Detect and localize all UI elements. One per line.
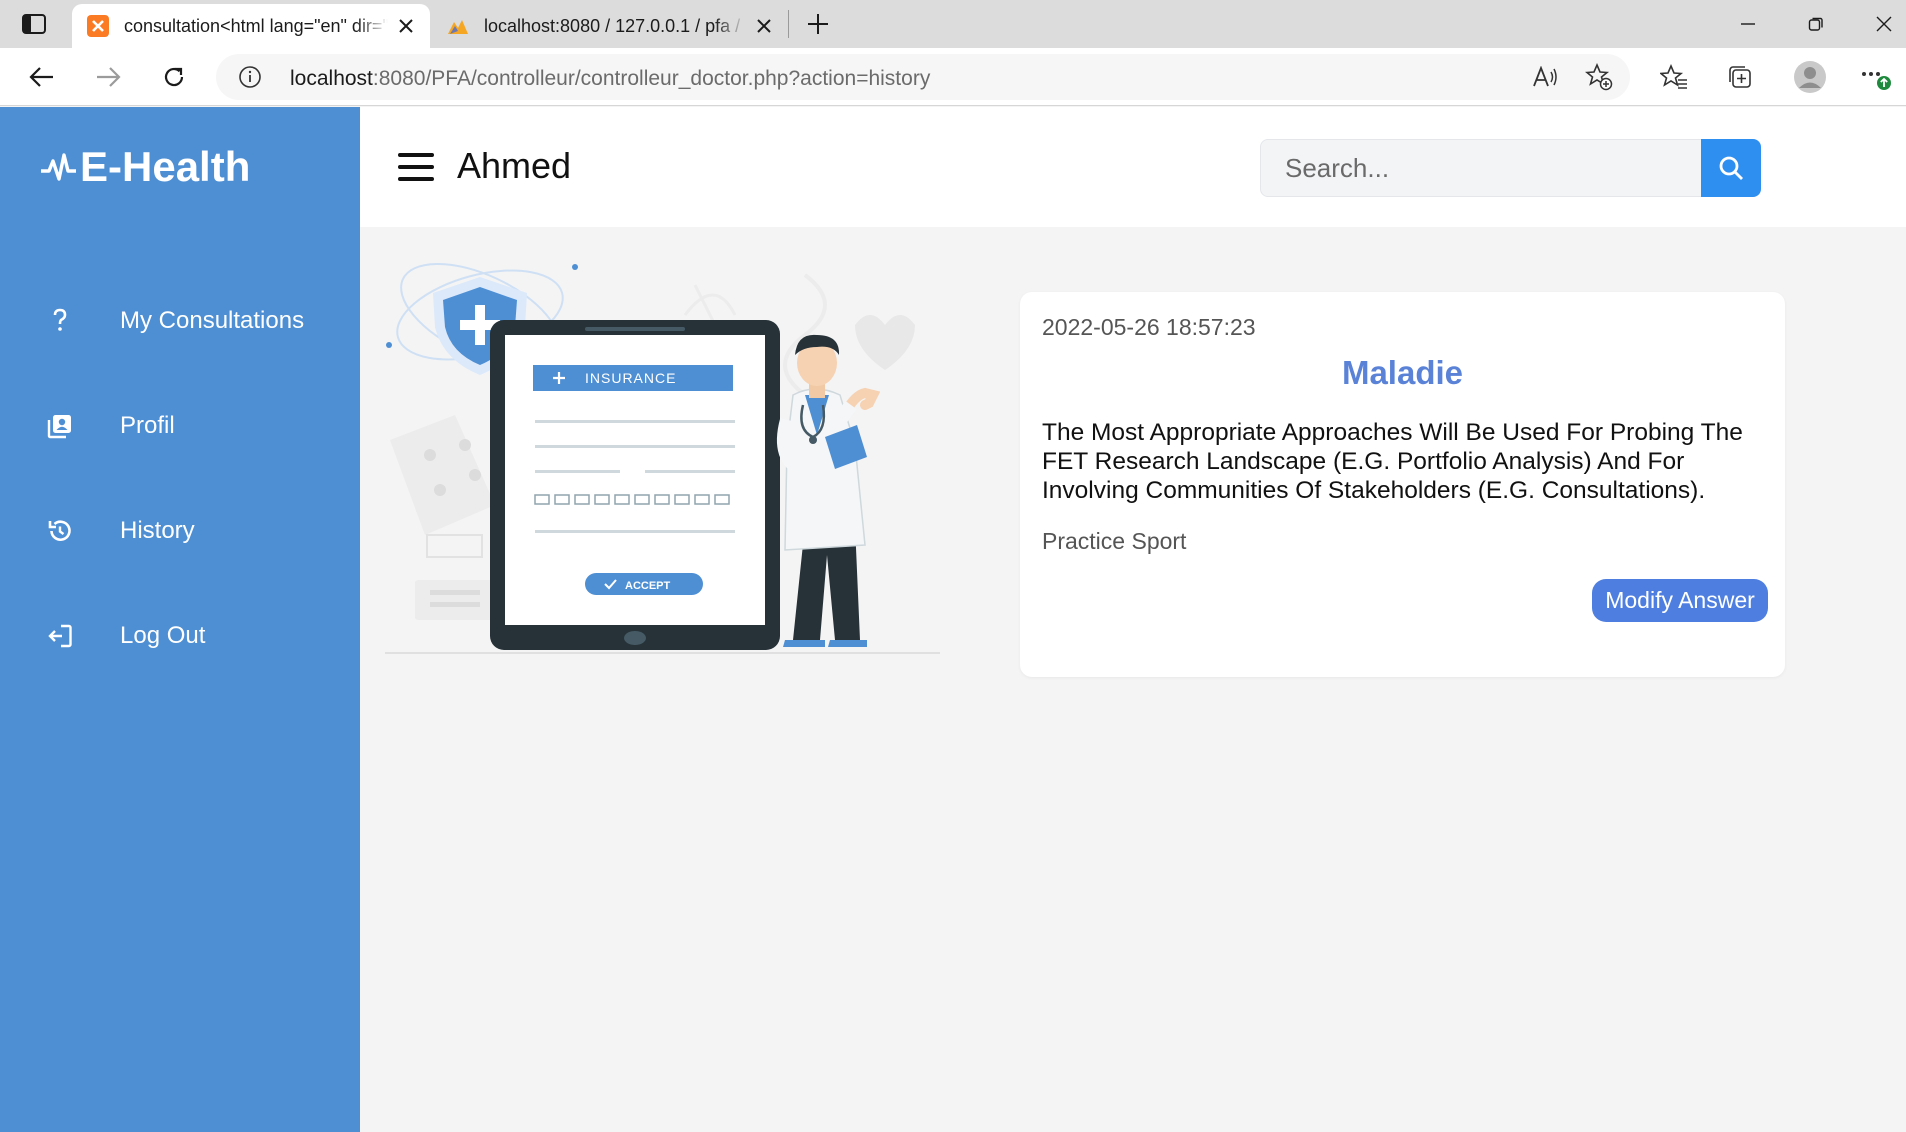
browser-address-bar: localhost:8080/PFA/controlleur/controlle… xyxy=(0,48,1906,106)
user-name: Ahmed xyxy=(457,145,572,186)
consultation-card: 2022-05-26 18:57:23 Maladie The Most App… xyxy=(1020,292,1785,677)
sidebar-item-history[interactable]: History xyxy=(0,499,360,563)
doctor-insurance-illustration: INSURANCE ACCEPT xyxy=(385,262,940,654)
sidebar-item-label: My Consultations xyxy=(120,307,305,334)
close-tab-icon[interactable] xyxy=(388,8,424,44)
search-input[interactable] xyxy=(1261,140,1701,196)
consultation-answer: Practice Sport xyxy=(1042,528,1187,554)
url-text: localhost:8080/PFA/controlleur/controlle… xyxy=(290,67,930,91)
sidebar-item-log-out[interactable]: Log Out xyxy=(0,604,360,668)
back-arrow-icon[interactable] xyxy=(22,57,62,97)
tab-actions-icon[interactable] xyxy=(20,12,48,36)
consultation-description: The Most Appropriate Approaches Will Be … xyxy=(1042,419,1743,504)
url-host: localhost xyxy=(290,67,373,90)
forward-arrow-icon[interactable] xyxy=(88,57,128,97)
collections-icon[interactable] xyxy=(1720,57,1760,97)
minimize-icon[interactable] xyxy=(1714,0,1782,48)
insurance-label: INSURANCE xyxy=(585,370,676,386)
menu-toggle-icon[interactable] xyxy=(398,153,434,181)
browser-tab-bar: consultation<html lang="en" dir="ltr"> l… xyxy=(0,0,1906,48)
add-favorite-icon[interactable] xyxy=(1584,63,1614,91)
search-button[interactable] xyxy=(1701,139,1761,197)
tab-separator xyxy=(788,10,789,38)
sidebar-item-my-consultations[interactable]: My Consultations xyxy=(0,289,360,353)
url-bar[interactable]: localhost:8080/PFA/controlleur/controlle… xyxy=(216,54,1630,100)
close-window-icon[interactable] xyxy=(1850,0,1906,48)
question-icon xyxy=(30,306,90,336)
logout-icon xyxy=(30,621,90,651)
new-tab-icon[interactable] xyxy=(800,6,836,42)
tab-consultation[interactable]: consultation<html lang="en" dir="ltr"> xyxy=(72,4,430,48)
url-path: :8080/PFA/controlleur/controlleur_doctor… xyxy=(372,67,931,90)
consultation-date: 2022-05-26 18:57:23 xyxy=(1042,314,1256,340)
profile-card-icon xyxy=(30,411,90,441)
tab-title: consultation<html lang="en" dir="ltr"> xyxy=(124,15,388,36)
site-info-icon[interactable] xyxy=(238,65,262,89)
sidebar-item-label: Log Out xyxy=(120,622,206,649)
more-menu-icon[interactable] xyxy=(1856,57,1896,97)
sidebar: E-Health My Consultations Profil History… xyxy=(0,107,360,1132)
tab-title: localhost:8080 / 127.0.0.1 / pfa / consu… xyxy=(484,15,746,36)
search-box xyxy=(1260,139,1761,197)
brand-logo[interactable]: E-Health xyxy=(40,143,250,191)
sidebar-item-label: History xyxy=(120,517,195,544)
read-aloud-icon[interactable] xyxy=(1530,63,1560,91)
refresh-icon[interactable] xyxy=(154,57,194,97)
sidebar-item-profil[interactable]: Profil xyxy=(0,394,360,458)
sidebar-item-label: Profil xyxy=(120,412,175,439)
brand-name: E-Health xyxy=(80,143,251,190)
top-bar: Ahmed xyxy=(360,107,1906,227)
xampp-favicon-icon xyxy=(87,15,109,37)
modify-answer-button[interactable]: Modify Answer xyxy=(1592,579,1768,622)
phpmyadmin-favicon-icon xyxy=(448,20,468,34)
consultation-title: Maladie xyxy=(1341,354,1464,391)
restore-icon[interactable] xyxy=(1782,0,1850,48)
accept-label: ACCEPT xyxy=(625,580,671,592)
favorites-icon[interactable] xyxy=(1654,57,1694,97)
pulse-icon xyxy=(41,153,76,181)
tab-phpmyadmin[interactable]: localhost:8080 / 127.0.0.1 / pfa / consu… xyxy=(432,4,788,48)
search-icon xyxy=(1719,156,1743,180)
profile-avatar-icon[interactable] xyxy=(1790,57,1830,97)
history-icon xyxy=(30,516,90,546)
close-tab-icon[interactable] xyxy=(746,8,782,44)
